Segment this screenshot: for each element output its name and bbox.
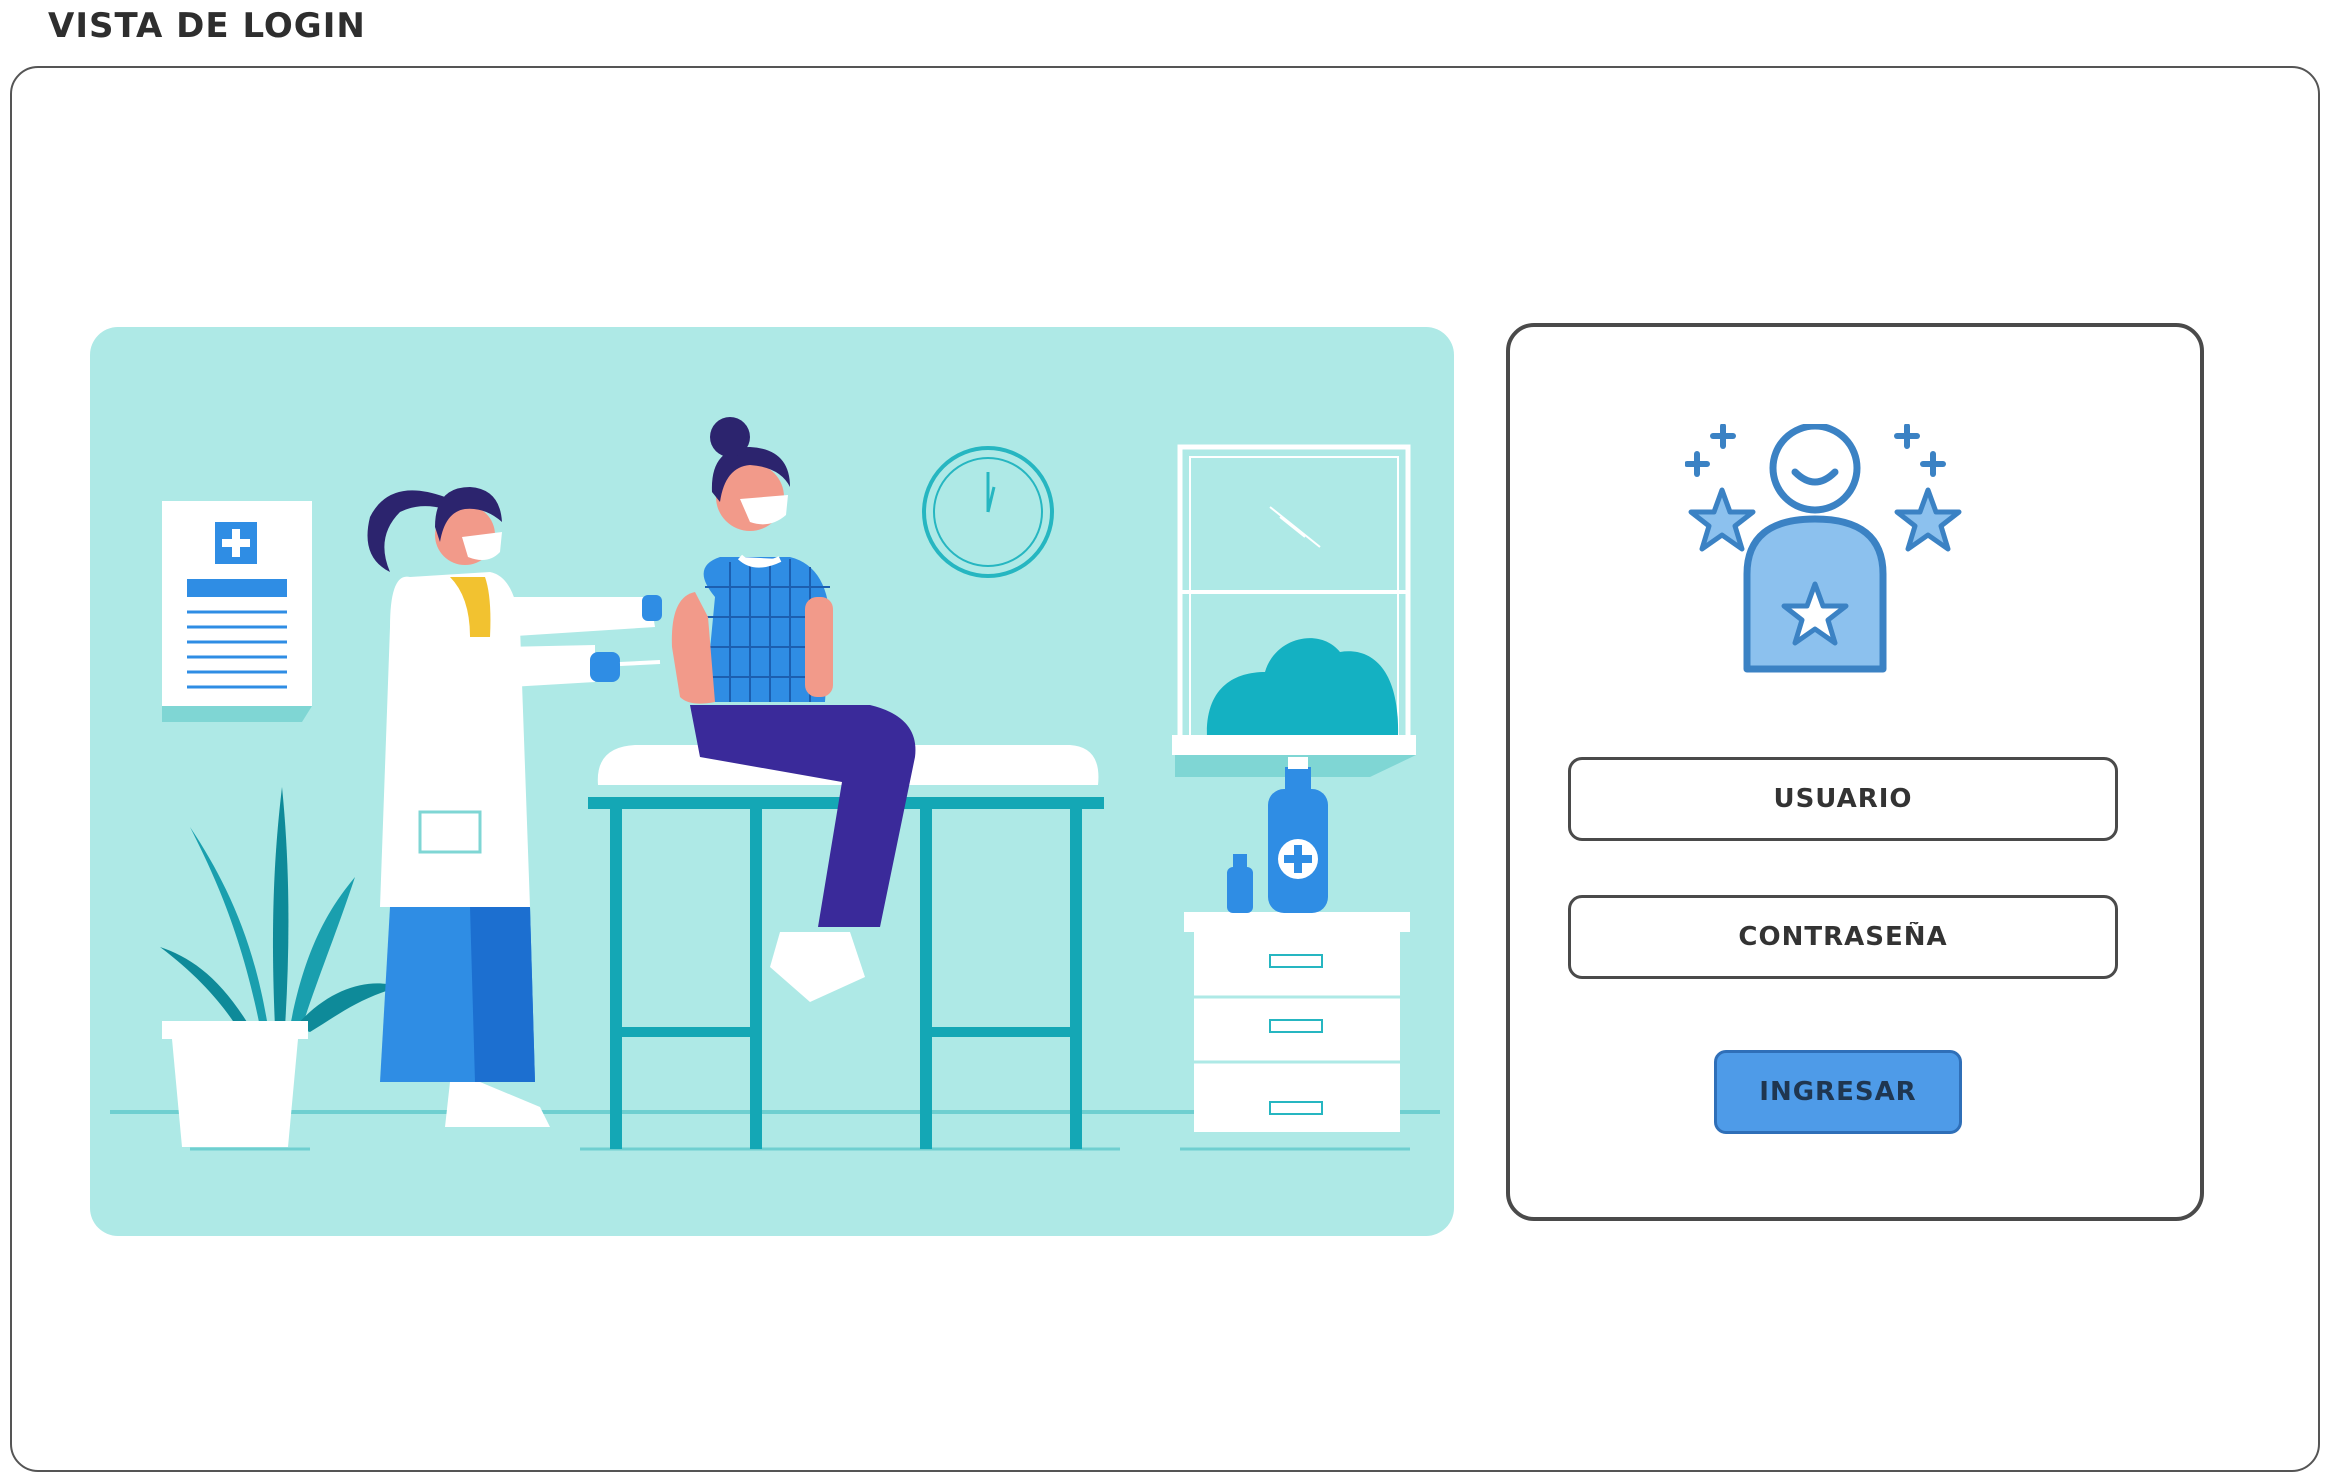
login-button[interactable]: INGRESAR xyxy=(1714,1050,1962,1134)
password-input[interactable] xyxy=(1571,897,2115,977)
star-user-icon xyxy=(1684,422,1965,694)
page-title: VISTA DE LOGIN xyxy=(48,6,366,46)
username-input[interactable] xyxy=(1571,759,2115,839)
username-field[interactable] xyxy=(1568,757,2118,841)
login-card: INGRESAR xyxy=(1506,323,2204,1221)
vaccination-illustration xyxy=(90,327,1454,1236)
hero-illustration-icon xyxy=(110,417,1440,1151)
password-field[interactable] xyxy=(1568,895,2118,979)
